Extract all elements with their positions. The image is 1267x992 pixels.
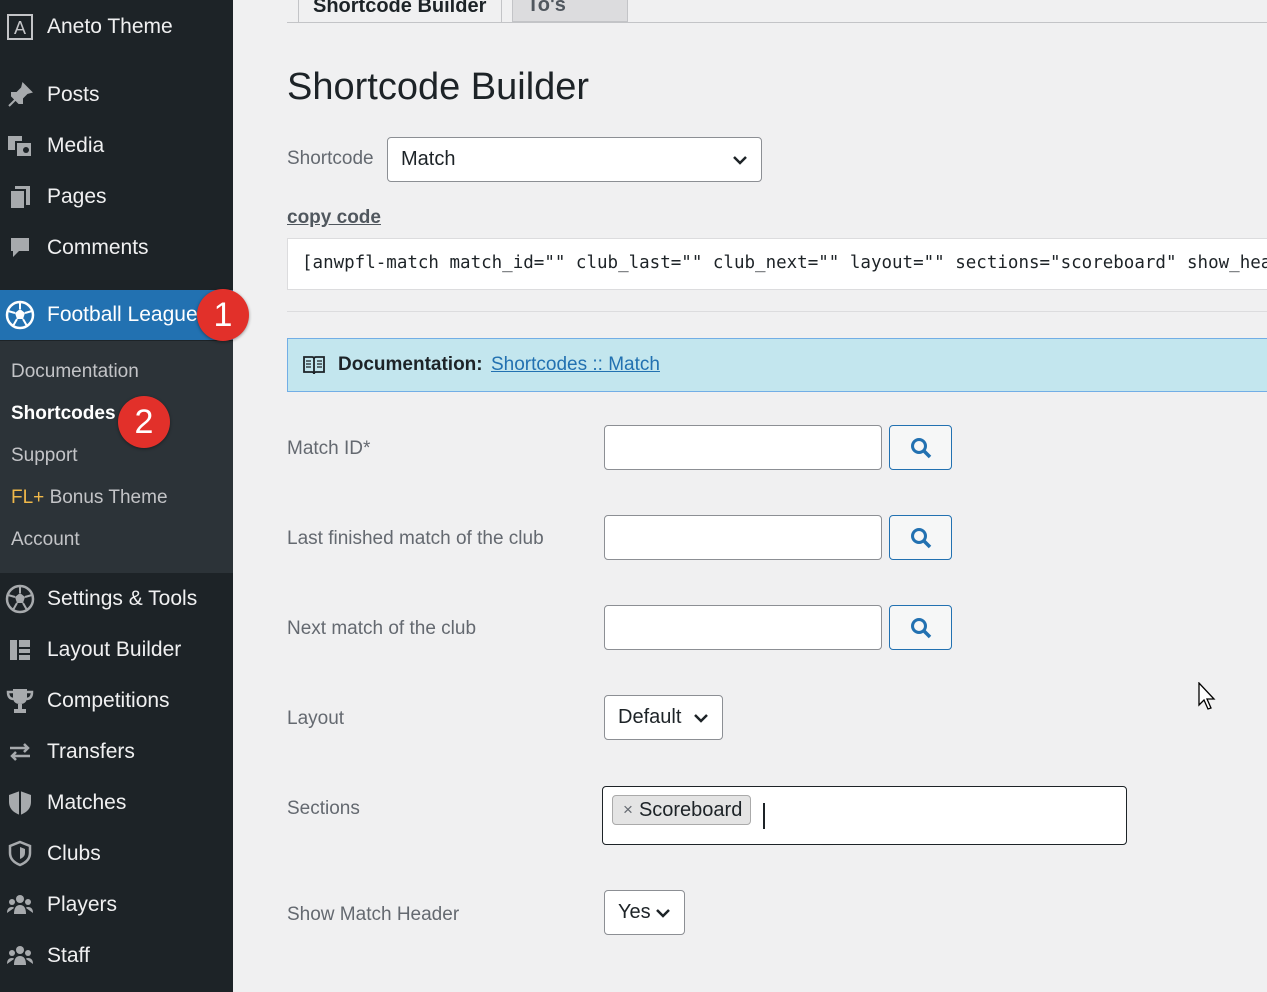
- menu-label: Transfers: [47, 740, 135, 763]
- club-next-search-button[interactable]: [889, 605, 952, 650]
- layout-select[interactable]: Default: [604, 695, 723, 740]
- menu-label: Posts: [47, 83, 100, 106]
- mouse-cursor-icon: [1198, 682, 1216, 710]
- layout-icon: [5, 635, 35, 665]
- show-header-label: Show Match Header: [287, 904, 460, 925]
- submenu-bonus-theme[interactable]: FL+ Bonus Theme: [11, 487, 168, 509]
- documentation-label: Documentation:: [338, 354, 483, 375]
- match-id-input[interactable]: [604, 425, 882, 470]
- menu-label: Staff: [47, 944, 90, 967]
- search-icon: [910, 437, 931, 458]
- match-id-search-button[interactable]: [889, 425, 952, 470]
- chevron-down-icon: [656, 908, 670, 918]
- shortcode-label: Shortcode: [287, 148, 374, 169]
- search-icon: [910, 617, 931, 638]
- menu-matches[interactable]: Matches: [0, 781, 233, 825]
- shield-icon: [5, 788, 35, 818]
- soccer-ball-icon: [5, 584, 35, 614]
- remove-tag-icon[interactable]: ×: [623, 800, 633, 820]
- sections-multiselect[interactable]: × Scoreboard: [602, 786, 1127, 845]
- menu-media[interactable]: Media: [0, 124, 233, 168]
- match-id-label: Match ID*: [287, 438, 371, 459]
- menu-label: Competitions: [47, 689, 170, 712]
- menu-settings-tools[interactable]: Settings & Tools: [0, 577, 233, 621]
- tab-shortcode-builder[interactable]: Shortcode Builder: [298, 0, 502, 22]
- menu-label: Settings & Tools: [47, 587, 198, 610]
- trophy-icon: [5, 686, 35, 716]
- layout-label: Layout: [287, 708, 345, 729]
- comment-icon: [5, 233, 35, 263]
- menu-competitions[interactable]: Competitions: [0, 679, 233, 723]
- menu-label: Clubs: [47, 842, 101, 865]
- chevron-down-icon: [733, 155, 747, 165]
- site-name: Aneto Theme: [47, 15, 173, 38]
- club-last-search-button[interactable]: [889, 515, 952, 560]
- shield-icon: [5, 839, 35, 869]
- menu-label: Matches: [47, 791, 127, 814]
- documentation-notice: Documentation: Shortcodes :: Match: [287, 338, 1267, 392]
- text-caret: [763, 803, 765, 829]
- svg-text:A: A: [14, 18, 26, 38]
- pin-icon: [5, 80, 35, 110]
- step-badge-1: 1: [197, 289, 249, 341]
- bonus-theme-label: Bonus Theme: [49, 487, 168, 508]
- layout-select-value: Default: [618, 706, 682, 728]
- show-header-select[interactable]: Yes: [604, 890, 685, 935]
- menu-label: Football Leagues: [47, 303, 209, 326]
- menu-layout-builder[interactable]: Layout Builder: [0, 628, 233, 672]
- club-last-input[interactable]: [604, 515, 882, 560]
- tab-divider: [287, 22, 1267, 23]
- admin-sidebar: A Aneto Theme Posts Media Pages Comments…: [0, 0, 233, 992]
- submenu-account[interactable]: Account: [11, 529, 80, 551]
- groups-icon: [5, 941, 35, 971]
- groups-icon: [5, 890, 35, 920]
- menu-label: Media: [47, 134, 105, 157]
- site-name-link[interactable]: A Aneto Theme: [0, 5, 233, 49]
- transfer-icon: [5, 737, 35, 767]
- menu-posts[interactable]: Posts: [0, 73, 233, 117]
- media-icon: [5, 131, 35, 161]
- chevron-down-icon: [694, 713, 708, 723]
- club-next-input[interactable]: [604, 605, 882, 650]
- page-title: Shortcode Builder: [287, 66, 590, 108]
- show-header-select-value: Yes: [618, 901, 651, 923]
- submenu-documentation[interactable]: Documentation: [11, 361, 139, 383]
- shortcode-select[interactable]: Match: [387, 137, 762, 182]
- menu-staff[interactable]: Staff: [0, 934, 233, 978]
- tab-how-tos[interactable]: How To's: [512, 0, 628, 22]
- fl-plus-label: FL+: [11, 487, 45, 508]
- menu-comments[interactable]: Comments: [0, 226, 233, 270]
- pages-icon: [5, 182, 35, 212]
- soccer-ball-icon: [5, 300, 35, 330]
- section-tag-label: Scoreboard: [638, 798, 743, 821]
- sections-label: Sections: [287, 798, 360, 819]
- club-last-label: Last finished match of the club: [287, 528, 544, 549]
- menu-players[interactable]: Players: [0, 883, 233, 927]
- divider: [287, 311, 1267, 312]
- menu-label: Comments: [47, 236, 149, 259]
- menu-pages[interactable]: Pages: [0, 175, 233, 219]
- section-tag: × Scoreboard: [612, 795, 752, 825]
- book-icon: [303, 356, 325, 375]
- copy-code-link[interactable]: copy code: [287, 207, 381, 229]
- football-leagues-submenu: Documentation Shortcodes Support FL+ Bon…: [0, 341, 233, 573]
- shortcode-select-value: Match: [401, 148, 456, 170]
- menu-clubs[interactable]: Clubs: [0, 832, 233, 876]
- menu-label: Layout Builder: [47, 638, 182, 661]
- search-icon: [910, 527, 931, 548]
- menu-label: Players: [47, 893, 118, 916]
- shortcode-output[interactable]: [anwpfl-match match_id="" club_last="" c…: [287, 238, 1267, 290]
- submenu-support[interactable]: Support: [11, 445, 78, 467]
- site-logo-icon: A: [5, 12, 35, 42]
- step-badge-2: 2: [118, 396, 170, 448]
- submenu-shortcodes[interactable]: Shortcodes: [11, 403, 116, 425]
- documentation-link[interactable]: Shortcodes :: Match: [491, 354, 660, 376]
- menu-transfers[interactable]: Transfers: [0, 730, 233, 774]
- club-next-label: Next match of the club: [287, 618, 477, 639]
- menu-label: Pages: [47, 185, 107, 208]
